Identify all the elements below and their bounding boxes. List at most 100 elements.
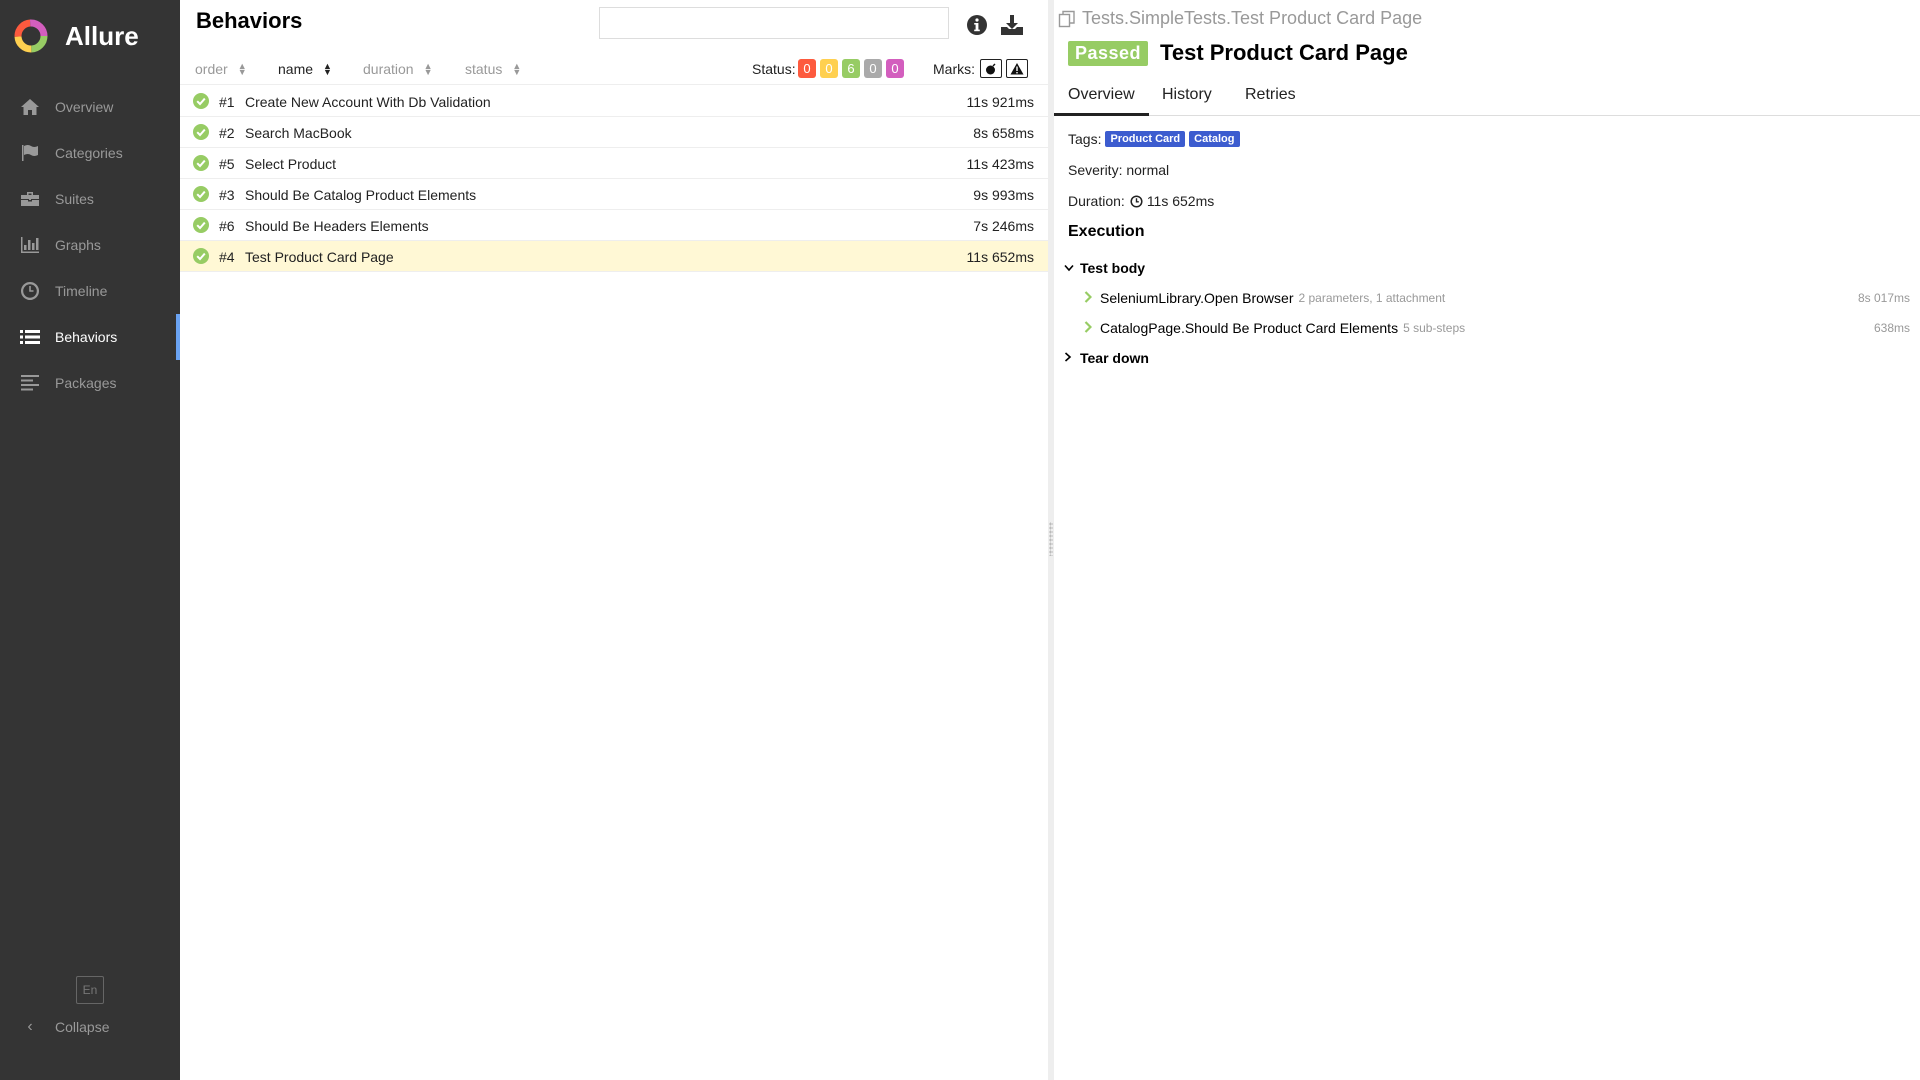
test-title: Test Product Card Page	[1160, 40, 1408, 65]
tags-row: Tags: Product Card Catalog	[1068, 131, 1240, 147]
tear-down-toggle[interactable]: Tear down	[1064, 350, 1149, 366]
status-badge-failed[interactable]: 0	[798, 59, 816, 78]
chevron-down-icon	[1064, 261, 1076, 275]
table-row[interactable]: #1 Create New Account With Db Validation 1…	[180, 86, 1048, 117]
test-name: Search MacBook	[245, 125, 352, 141]
status-badge-skipped[interactable]: 0	[864, 59, 882, 78]
test-header: Passed Test Product Card Page	[1068, 40, 1408, 66]
search-input[interactable]	[599, 7, 949, 39]
test-duration: 11s 652ms	[966, 249, 1034, 265]
test-number: #4	[219, 249, 235, 265]
align-left-icon	[18, 372, 42, 394]
marks-filter-label: Marks:	[933, 61, 975, 77]
table-row[interactable]: #6 Should Be Headers Elements 7s 246ms	[180, 210, 1048, 241]
status-filter-label: Status:	[752, 61, 796, 77]
brand[interactable]: Allure	[13, 16, 139, 56]
sort-bar: order ▲ ▼ name ▲ ▼ duration ▲ ▼ status ▲ ▼ S…	[180, 55, 1048, 85]
severity-text: Severity: normal	[1068, 162, 1170, 178]
sort-arrows-icon: ▲ ▼	[423, 61, 433, 77]
sort-status[interactable]: status ▲ ▼	[465, 61, 521, 77]
table-row[interactable]: #4 Test Product Card Page 11s 652ms	[180, 241, 1048, 272]
tear-down-label: Tear down	[1080, 350, 1149, 366]
tab-overview[interactable]: Overview	[1054, 86, 1149, 116]
brand-name: Allure	[65, 20, 139, 51]
step-row[interactable]: SeleniumLibrary.Open Browser 2 parameter…	[1084, 290, 1910, 306]
step-meta: 5 sub-steps	[1403, 321, 1466, 335]
test-name: Should Be Headers Elements	[245, 218, 429, 234]
home-icon	[18, 96, 42, 118]
new-failed-mark-button[interactable]	[1006, 59, 1028, 78]
sort-duration[interactable]: duration ▲ ▼	[363, 61, 433, 77]
table-row[interactable]: #3 Should Be Catalog Product Elements 9s 9…	[180, 179, 1048, 210]
sidebar-item-label: Packages	[55, 375, 117, 391]
grip-icon	[1049, 522, 1053, 556]
sidebar-item-behaviors[interactable]: Behaviors	[0, 314, 180, 360]
duration-label: Duration:	[1068, 193, 1125, 209]
tag-catalog[interactable]: Catalog	[1189, 131, 1240, 147]
sidebar-item-label: Timeline	[55, 283, 108, 299]
collapse-button[interactable]: ‹ Collapse	[0, 1012, 180, 1042]
test-duration: 9s 993ms	[973, 187, 1034, 203]
flaky-mark-button[interactable]	[980, 59, 1002, 78]
table-row[interactable]: #5 Select Product 11s 423ms	[180, 148, 1048, 179]
status-badge-broken[interactable]: 0	[820, 59, 838, 78]
table-row[interactable]: #2 Search MacBook 8s 658ms	[180, 117, 1048, 148]
flag-icon	[18, 142, 42, 164]
breadcrumb: Tests.SimpleTests.Test Product Card Page	[1058, 8, 1422, 29]
test-detail-pane: Tests.SimpleTests.Test Product Card Page…	[1054, 0, 1920, 1080]
briefcase-icon	[18, 188, 42, 210]
warning-icon	[1010, 63, 1024, 75]
status-badge-passed[interactable]: 6	[842, 59, 860, 78]
sidebar-item-graphs[interactable]: Graphs	[0, 222, 180, 268]
sidebar-nav: Overview Categories Suites Graphs Timeli…	[0, 84, 180, 406]
status-badge: Passed	[1068, 40, 1149, 66]
tab-retries[interactable]: Retries	[1231, 86, 1310, 116]
sidebar-item-label: Graphs	[55, 237, 101, 253]
detail-tabs: Overview History Retries	[1054, 80, 1920, 116]
sidebar-item-label: Behaviors	[55, 329, 118, 345]
status-badge-unknown[interactable]: 0	[886, 59, 904, 78]
sort-order[interactable]: order ▲ ▼	[195, 61, 247, 77]
execution-title: Execution	[1068, 223, 1145, 240]
test-body-toggle[interactable]: Test body	[1064, 260, 1145, 276]
allure-logo-icon	[14, 19, 48, 53]
severity-row: Severity: normal	[1068, 162, 1169, 178]
sort-arrows-icon: ▲ ▼	[512, 61, 522, 77]
sidebar-item-packages[interactable]: Packages	[0, 360, 180, 406]
sidebar-item-overview[interactable]: Overview	[0, 84, 180, 130]
step-meta: 2 parameters, 1 attachment	[1298, 291, 1446, 305]
passed-check-icon	[193, 155, 209, 171]
sort-order-label: order	[195, 61, 228, 77]
sort-duration-label: duration	[363, 61, 414, 77]
language-button[interactable]: En	[76, 976, 104, 1004]
info-icon[interactable]	[964, 12, 990, 38]
test-duration: 11s 423ms	[966, 156, 1034, 172]
step-row[interactable]: CatalogPage.Should Be Product Card Eleme…	[1084, 320, 1910, 336]
test-duration: 11s 921ms	[966, 94, 1034, 110]
sidebar-item-suites[interactable]: Suites	[0, 176, 180, 222]
clock-icon	[18, 280, 42, 302]
tab-history[interactable]: History	[1148, 86, 1226, 116]
passed-check-icon	[193, 186, 209, 202]
bomb-icon	[986, 63, 996, 74]
copy-icon[interactable]	[1058, 10, 1076, 28]
list-icon	[18, 326, 42, 348]
status-filter: 00600	[798, 59, 904, 78]
sidebar-item-timeline[interactable]: Timeline	[0, 268, 180, 314]
test-name: Test Product Card Page	[245, 249, 394, 265]
step-duration: 638ms	[1873, 321, 1910, 335]
duration-value: 11s 652ms	[1146, 193, 1215, 209]
chevron-right-icon	[1064, 351, 1076, 365]
chevron-right-icon	[1084, 290, 1094, 306]
test-name: Should Be Catalog Product Elements	[245, 187, 477, 203]
chevron-right-icon	[1084, 320, 1094, 336]
sort-name[interactable]: name ▲ ▼	[278, 61, 332, 77]
sidebar-item-categories[interactable]: Categories	[0, 130, 180, 176]
download-icon[interactable]	[999, 12, 1025, 38]
breadcrumb-text: Tests.SimpleTests.Test Product Card Page	[1082, 8, 1423, 28]
sidebar-item-label: Categories	[55, 145, 123, 161]
tag-product-card[interactable]: Product Card	[1105, 131, 1186, 147]
passed-check-icon	[193, 217, 209, 233]
test-duration: 7s 246ms	[973, 218, 1034, 234]
sort-arrows-icon: ▲ ▼	[323, 61, 332, 77]
